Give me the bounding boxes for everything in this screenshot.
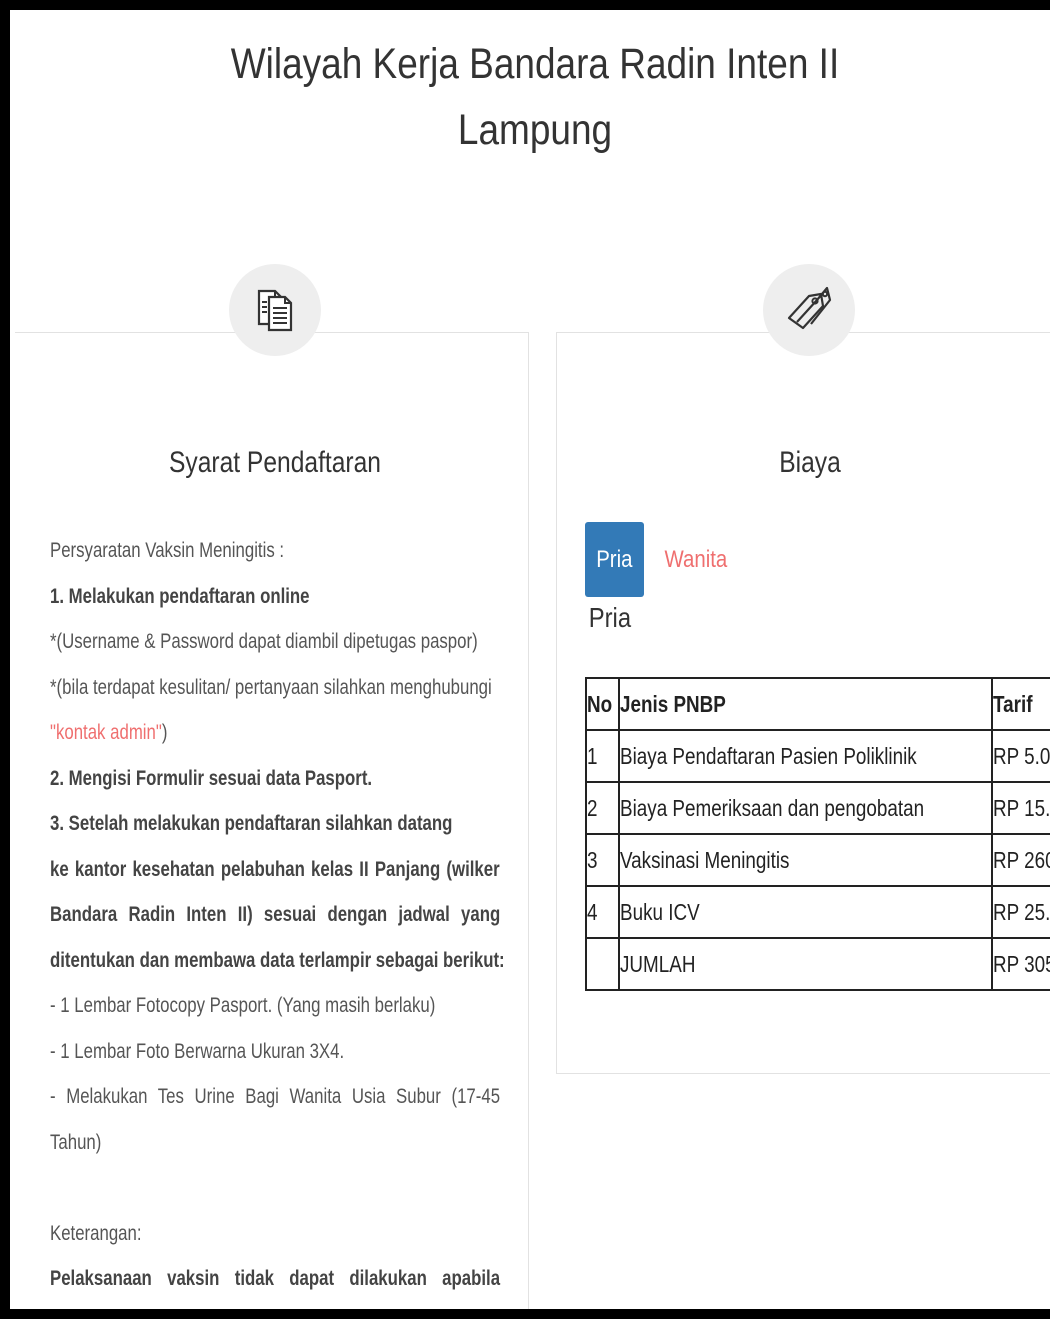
syarat-heading: Syarat Pendaftaran	[169, 446, 381, 479]
cell-no	[585, 937, 620, 991]
header-no: No	[585, 677, 620, 731]
tab-wanita[interactable]: Wanita	[659, 546, 733, 574]
cell-tarif: RP 260.000	[990, 833, 1050, 887]
table-row: 4 Buku ICV RP 25.000	[585, 885, 1050, 939]
keterangan-line2: persyaratan tersebut tidak dipenuhi.	[50, 1302, 339, 1310]
pnbp-table: No Jenis PNBP Tarif 1 Biaya Pendaftaran …	[585, 677, 1050, 991]
step-2: 2. Mengisi Formulir sesuai data Pasport.	[50, 766, 373, 790]
page-title-line1: Wilayah Kerja Bandara Radin Inten II	[230, 40, 840, 88]
cell-tarif: RP 25.000	[990, 885, 1050, 939]
table-row: 3 Vaksinasi Meningitis RP 260.000	[585, 833, 1050, 887]
syarat-content: Persyaratan Vaksin Meningitis : 1. Melak…	[50, 528, 505, 1310]
contact-close: )	[161, 721, 168, 744]
note-2: *(bila terdapat kesulitan/ pertanyaan si…	[50, 675, 492, 699]
biaya-heading: Biaya	[779, 446, 841, 479]
cell-tarif: RP 15.000	[990, 781, 1050, 835]
keterangan-label: Keterangan:	[50, 1221, 142, 1245]
header-jenis: Jenis PNBP	[617, 677, 993, 731]
header-tarif: Tarif	[990, 677, 1050, 731]
document-icon	[229, 264, 321, 356]
cell-jenis: JUMLAH	[617, 937, 993, 991]
cell-jenis: Vaksinasi Meningitis	[617, 833, 993, 887]
tags-icon	[763, 264, 855, 356]
step-3-line4: ditentukan dan membawa data terlampir se…	[50, 948, 505, 972]
requirement-1: - 1 Lembar Fotocopy Pasport. (Yang masih…	[50, 994, 436, 1017]
keterangan-line1: Pelaksanaan vaksin tidak dapat dilakukan…	[50, 1267, 501, 1290]
cell-tarif: RP 5.000	[990, 729, 1050, 783]
requirement-2: - 1 Lembar Foto Berwarna Ukuran 3X4.	[50, 1039, 345, 1063]
table-header-row: No Jenis PNBP Tarif	[585, 677, 1050, 731]
cell-no: 4	[585, 885, 620, 939]
tab-pria[interactable]: Pria	[585, 522, 644, 597]
note-1: *(Username & Password dapat diambil dipe…	[50, 630, 478, 653]
cell-no: 3	[585, 833, 620, 887]
cell-jenis: Buku ICV	[617, 885, 993, 939]
step-3-line1: 3. Setelah melakukan pendaftaran silahka…	[50, 812, 453, 835]
table-total-row: JUMLAH RP 305.000	[585, 937, 1050, 991]
table-row: 2 Biaya Pemeriksaan dan pengobatan RP 15…	[585, 781, 1050, 835]
contact-admin-link[interactable]: "kontak admin"	[50, 721, 162, 744]
syarat-intro: Persyaratan Vaksin Meningitis :	[50, 539, 285, 562]
step-1: 1. Melakukan pendaftaran online	[50, 584, 310, 608]
tab-pane-title: Pria	[588, 602, 632, 633]
cell-no: 1	[585, 729, 620, 783]
cell-no: 2	[585, 781, 620, 835]
cell-jenis: Biaya Pendaftaran Pasien Poliklinik	[617, 729, 993, 783]
step-3-line2: ke kantor kesehatan pelabuhan kelas II P…	[50, 857, 500, 881]
requirement-3-line1: - Melakukan Tes Urine Bagi Wanita Usia S…	[50, 1085, 501, 1108]
step-3-line3: Bandara Radin Inten II) sesuai dengan ja…	[50, 903, 501, 926]
page-title-line2: Lampung	[457, 106, 613, 154]
cell-tarif: RP 305.000	[990, 937, 1050, 991]
requirement-3-line2: Tahun)	[50, 1130, 102, 1154]
cell-jenis: Biaya Pemeriksaan dan pengobatan	[617, 781, 993, 835]
table-row: 1 Biaya Pendaftaran Pasien Poliklinik RP…	[585, 729, 1050, 783]
page-frame: Wilayah Kerja Bandara Radin Inten II Lam…	[0, 0, 1050, 1319]
